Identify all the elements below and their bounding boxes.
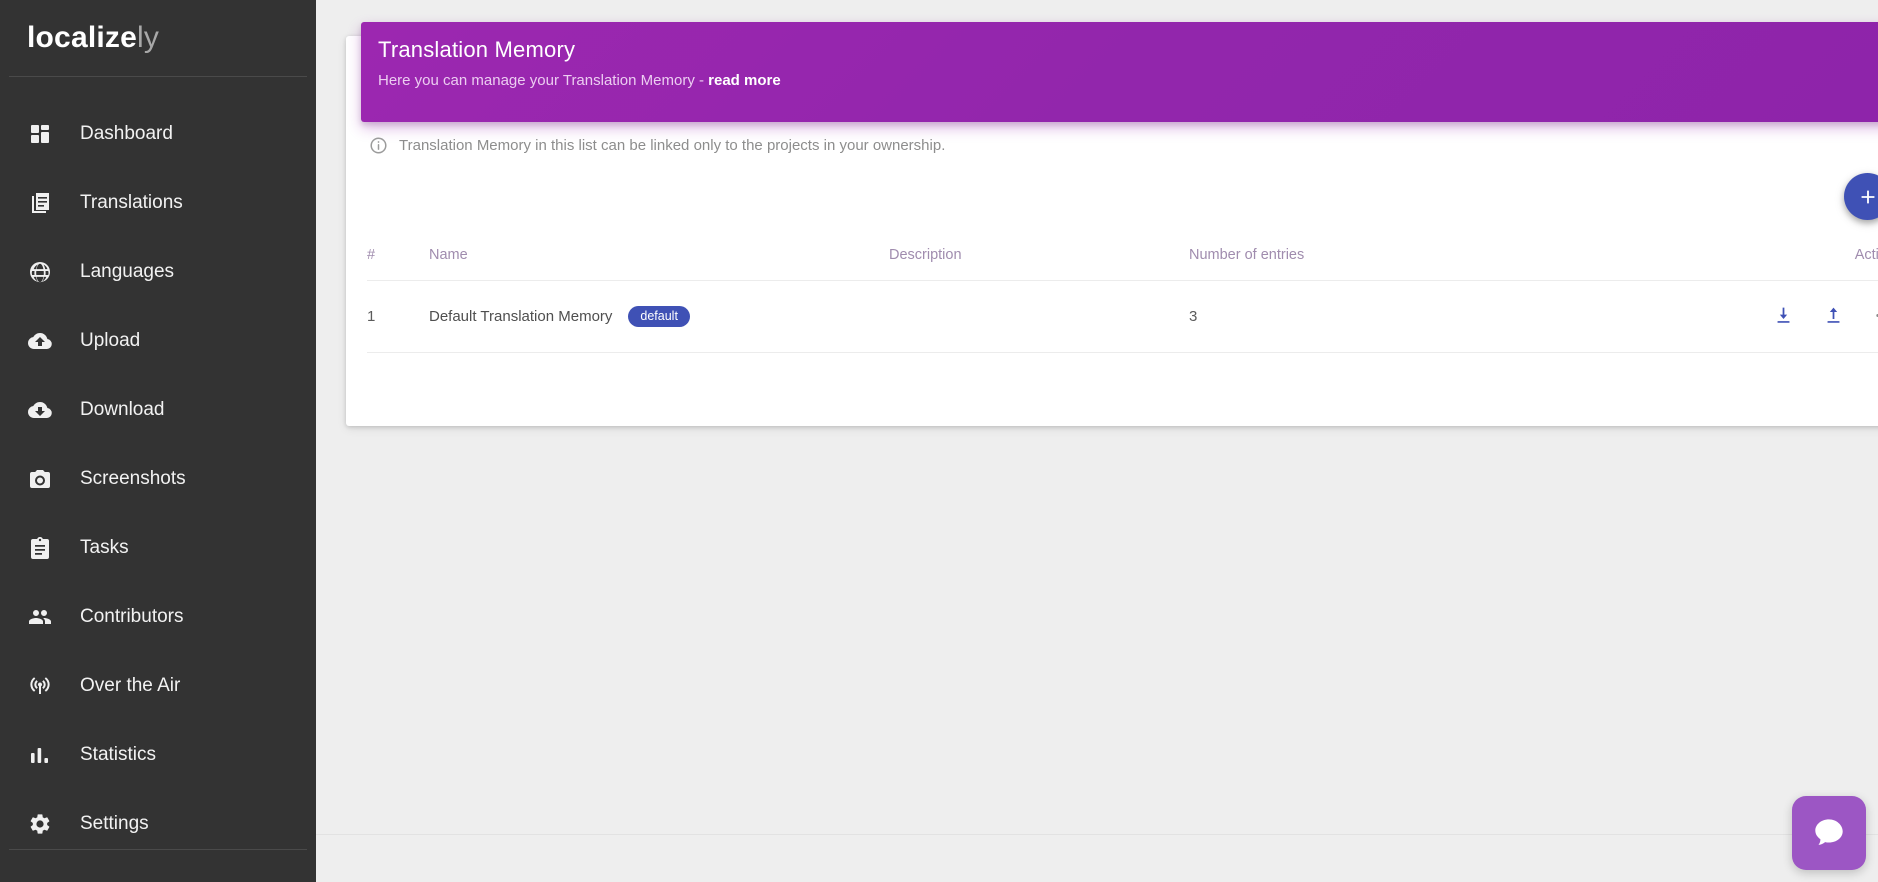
info-message: Translation Memory in this list can be l…	[369, 136, 945, 155]
sidebar-item-label: Contributors	[80, 605, 184, 627]
page-banner: Translation Memory Here you can manage y…	[361, 22, 1878, 122]
dashboard-icon	[27, 121, 53, 147]
sidebar-item-label: Tasks	[80, 536, 129, 558]
page-subtitle-text: Here you can manage your Translation Mem…	[378, 72, 709, 89]
table-header-row: # Name Description Number of entries Act…	[367, 247, 1878, 281]
chat-bubble-icon	[1810, 814, 1848, 852]
column-header-entries[interactable]: Number of entries	[1189, 247, 1519, 281]
table-head: # Name Description Number of entries Act…	[367, 247, 1878, 281]
name-cell-wrapper: Default Translation Memory default	[429, 305, 889, 327]
sidebar-item-tasks[interactable]: Tasks	[0, 513, 316, 582]
more-options-button[interactable]	[1871, 303, 1878, 327]
translation-memory-table: # Name Description Number of entries Act…	[367, 247, 1878, 353]
plus-icon	[1857, 186, 1878, 208]
table-body: 1 Default Translation Memory default 3	[367, 280, 1878, 353]
info-circle-icon	[369, 136, 388, 155]
sidebar-item-over-the-air[interactable]: Over the Air	[0, 651, 316, 720]
sidebar-item-label: Upload	[80, 329, 141, 351]
cell-row-number: 1	[367, 280, 429, 353]
broadcast-icon	[27, 673, 53, 699]
cell-description	[889, 280, 1189, 353]
sidebar-item-label: Screenshots	[80, 467, 186, 489]
info-message-text: Translation Memory in this list can be l…	[399, 137, 946, 154]
brand-logo[interactable]: localize ly	[0, 0, 316, 76]
cloud-upload-icon	[27, 328, 53, 354]
sidebar-item-label: Download	[80, 398, 165, 420]
sidebar-item-label: Translations	[80, 191, 183, 213]
cell-entries-count: 3	[1189, 280, 1519, 353]
status-badge: default	[628, 305, 690, 327]
sidebar-item-download[interactable]: Download	[0, 375, 316, 444]
download-icon	[1773, 305, 1794, 326]
cell-name: Default Translation Memory default	[429, 280, 889, 353]
sidebar-item-label: Over the Air	[80, 674, 181, 696]
translation-memory-card: Translation Memory Here you can manage y…	[346, 22, 1878, 426]
column-header-action: Action	[1519, 247, 1878, 281]
footer-divider	[316, 834, 1878, 835]
brand-logo-strong: localize	[27, 21, 137, 54]
main-content: Translation Memory Here you can manage y…	[316, 0, 1878, 882]
column-header-number[interactable]: #	[367, 247, 429, 281]
more-options-icon	[1873, 305, 1878, 326]
read-more-link[interactable]: read more	[708, 72, 781, 89]
app-root: localize ly Dashboard Translations Langu…	[0, 0, 1878, 882]
sidebar-item-contributors[interactable]: Contributors	[0, 582, 316, 651]
sidebar-nav: Dashboard Translations Languages Upload	[0, 77, 316, 858]
sidebar: localize ly Dashboard Translations Langu…	[0, 0, 316, 882]
page-title: Translation Memory	[378, 37, 576, 62]
add-translation-memory-button[interactable]	[1844, 173, 1878, 220]
camera-icon	[27, 466, 53, 492]
page-subtitle: Here you can manage your Translation Mem…	[378, 72, 1878, 89]
bar-chart-icon	[27, 742, 53, 768]
people-icon	[27, 604, 53, 630]
sidebar-item-label: Statistics	[80, 743, 157, 765]
translations-icon	[27, 190, 53, 216]
translation-memory-name[interactable]: Default Translation Memory	[429, 308, 612, 325]
cell-actions	[1519, 280, 1878, 353]
column-header-description[interactable]: Description	[889, 247, 1189, 281]
sidebar-item-label: Languages	[80, 260, 175, 282]
row-actions	[1771, 303, 1878, 327]
column-header-name[interactable]: Name	[429, 247, 889, 281]
upload-button[interactable]	[1821, 303, 1845, 327]
table-row[interactable]: 1 Default Translation Memory default 3	[367, 280, 1878, 353]
cloud-download-icon	[27, 397, 53, 423]
sidebar-item-label: Settings	[80, 812, 149, 834]
sidebar-item-statistics[interactable]: Statistics	[0, 720, 316, 789]
download-button[interactable]	[1771, 303, 1795, 327]
globe-icon	[27, 259, 53, 285]
brand-logo-light: ly	[136, 21, 160, 54]
sidebar-item-settings[interactable]: Settings	[0, 789, 316, 858]
sidebar-bottom-divider	[9, 849, 307, 850]
sidebar-item-label: Dashboard	[80, 122, 173, 144]
upload-icon	[1823, 305, 1844, 326]
gear-icon	[27, 811, 53, 837]
chat-support-button[interactable]	[1792, 796, 1866, 870]
sidebar-item-screenshots[interactable]: Screenshots	[0, 444, 316, 513]
sidebar-item-languages[interactable]: Languages	[0, 237, 316, 306]
clipboard-icon	[27, 535, 53, 561]
sidebar-item-dashboard[interactable]: Dashboard	[0, 99, 316, 168]
sidebar-item-upload[interactable]: Upload	[0, 306, 316, 375]
sidebar-item-translations[interactable]: Translations	[0, 168, 316, 237]
